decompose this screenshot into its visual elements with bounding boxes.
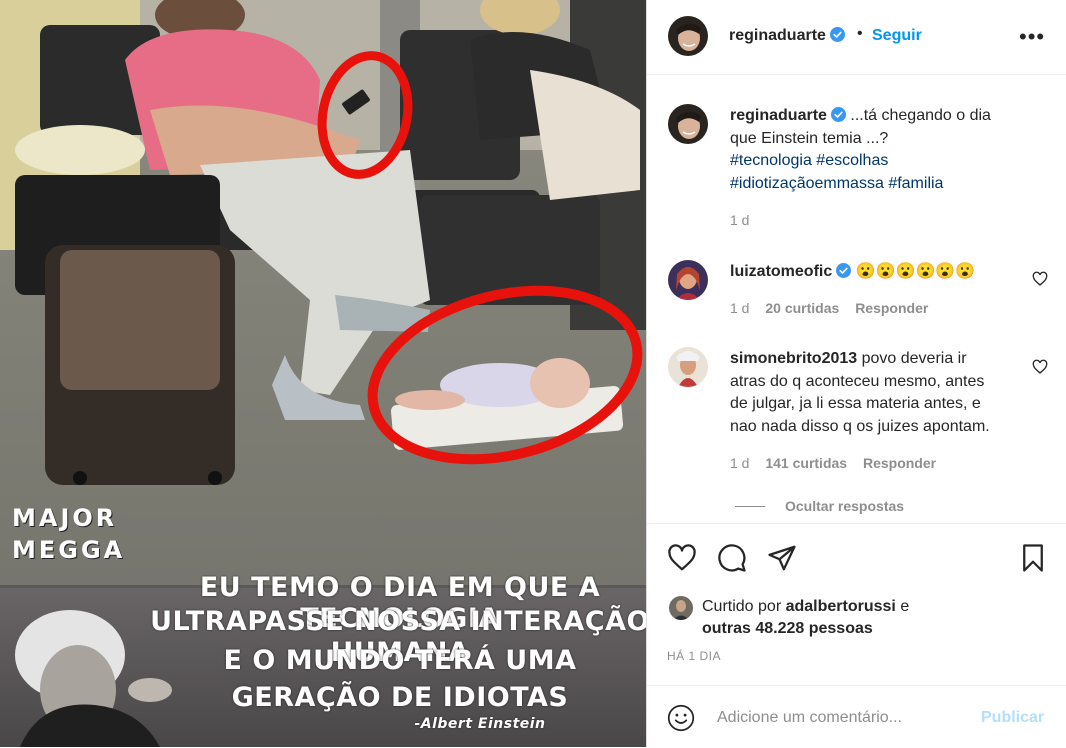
replies-divider-line (735, 506, 765, 507)
post-side-panel: reginaduarte • Seguir ••• reginaduarte .… (646, 0, 1066, 747)
comment-meta: 1 d 20 curtidas Responder (730, 300, 928, 316)
more-options-icon[interactable]: ••• (1019, 24, 1045, 50)
commenter-username[interactable]: luizatomeofic (730, 263, 832, 280)
watermark-brand-top: MAJOR (12, 504, 118, 532)
save-bookmark-icon[interactable] (1018, 543, 1048, 573)
emoji-smile-icon[interactable] (667, 704, 695, 732)
likes-summary: Curtido por adalbertorussi e outras 48.2… (702, 596, 909, 640)
comment-likes-count[interactable]: 141 curtidas (765, 455, 847, 471)
follow-button[interactable]: Seguir (872, 27, 922, 45)
likes-mid: e (900, 598, 910, 615)
instagram-post-modal: MAJOR MEGGA EU TEMO O DIA EM QUE A TECNO… (0, 0, 1066, 747)
author-username-link[interactable]: reginaduarte (729, 27, 845, 45)
commenter-username[interactable]: simonebrito2013 (730, 350, 857, 367)
post-comment-button[interactable]: Publicar (981, 709, 1044, 727)
comment-meta: 1 d 141 curtidas Responder (730, 455, 936, 471)
comments-section[interactable]: reginaduarte ...tá chegando o dia que Ei… (647, 75, 1066, 523)
hide-replies-button[interactable]: Ocultar respostas (785, 498, 904, 514)
comment-text: luizatomeofic 😮😮😮😮😮😮 (730, 261, 975, 284)
post-image[interactable]: MAJOR MEGGA EU TEMO O DIA EM QUE A TECNO… (0, 0, 646, 747)
share-paper-plane-icon[interactable] (767, 543, 797, 573)
comment-input[interactable]: Adicione um comentário... (717, 709, 902, 727)
comment-body: 😮😮😮😮😮😮 (855, 263, 976, 280)
comment-likes-count[interactable]: 20 curtidas (765, 300, 839, 316)
caption-username[interactable]: reginaduarte (730, 107, 827, 124)
hashtag-link[interactable]: #escolhas (816, 152, 888, 169)
caption-author-avatar[interactable] (668, 104, 708, 144)
comment-body: povo deveria ir (861, 350, 967, 367)
comment-like-heart-icon[interactable] (1032, 271, 1048, 287)
comment-body: de julgar, ja li essa materia antes, e (730, 395, 981, 412)
comment-like-heart-icon[interactable] (1032, 359, 1048, 375)
verified-badge-icon (829, 27, 845, 42)
post-timestamp[interactable]: HÁ 1 DIA (667, 649, 721, 663)
liker-avatar[interactable] (669, 596, 693, 620)
image-quote-author: -Albert Einstein (414, 716, 546, 732)
hashtag-link[interactable]: #tecnologia (730, 152, 812, 169)
post-header: reginaduarte • Seguir ••• (647, 0, 1066, 75)
comment-text: simonebrito2013 povo deveria ir atras do… (730, 348, 1020, 438)
author-username[interactable]: reginaduarte (729, 27, 826, 44)
commenter-avatar[interactable] (668, 347, 708, 387)
watermark-brand-bottom: MEGGA (12, 536, 126, 564)
caption-timestamp[interactable]: 1 d (730, 212, 749, 228)
reply-button[interactable]: Responder (863, 455, 936, 471)
comment-timestamp[interactable]: 1 d (730, 300, 749, 316)
comment-body: nao nada disso q os juizes apontam. (730, 417, 990, 435)
comment-body: atras do q aconteceu mesmo, antes (730, 372, 985, 390)
image-quote-line: GERAÇÃO DE IDIOTAS (231, 682, 569, 713)
image-quote-line: E O MUNDO TERÁ UMA (223, 645, 577, 676)
comment-timestamp[interactable]: 1 d (730, 455, 749, 471)
hashtag-link[interactable]: #idiotizaçãoemmassa (730, 175, 884, 192)
hashtag-link[interactable]: #familia (888, 175, 943, 192)
likes-others-link[interactable]: outras 48.228 pessoas (702, 620, 873, 637)
header-separator: • (857, 25, 863, 42)
caption-text: que Einstein temia ...? (730, 129, 889, 147)
reply-button[interactable]: Responder (855, 300, 928, 316)
verified-badge-icon (830, 107, 846, 122)
likes-prefix: Curtido por (702, 598, 782, 615)
verified-badge-icon (836, 263, 852, 278)
liker-username[interactable]: adalbertorussi (786, 598, 896, 615)
commenter-avatar[interactable] (668, 260, 708, 300)
comment-bubble-icon[interactable] (717, 543, 747, 573)
add-comment-bar: Adicione um comentário... Publicar (647, 685, 1066, 748)
like-heart-icon[interactable] (667, 543, 697, 573)
author-avatar[interactable] (668, 16, 708, 56)
caption-text: ...tá chegando o dia (850, 107, 991, 124)
post-caption: reginaduarte ...tá chegando o dia que Ei… (730, 105, 1030, 195)
